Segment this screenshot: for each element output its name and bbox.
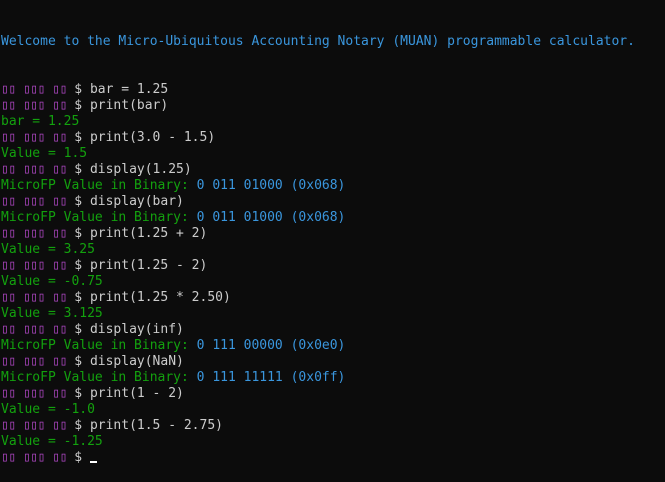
binary-value: 0 011 01000 (0x068) — [188, 178, 346, 193]
output-text: Value = 3.125 — [1, 306, 103, 321]
prompt-line: ▯▯ ▯▯▯ ▯▯ $ print(1.25 * 2.50) — [1, 290, 665, 306]
prompt-glyphs: ▯▯ ▯▯▯ ▯▯ — [1, 98, 75, 113]
prompt-dollar: $ — [74, 418, 90, 433]
output-text: Value = 1.5 — [1, 146, 88, 161]
output-line: bar = 1.25 — [1, 114, 665, 130]
command-text: display(inf) — [89, 322, 184, 337]
prompt-line: ▯▯ ▯▯▯ ▯▯ $ display(NaN) — [1, 354, 665, 370]
binary-output-line: MicroFP Value in Binary: 0 111 11111 (0x… — [1, 370, 665, 386]
prompt-glyphs: ▯▯ ▯▯▯ ▯▯ — [1, 82, 75, 97]
output-line: Value = -1.0 — [1, 402, 665, 418]
binary-output-line: MicroFP Value in Binary: 0 011 01000 (0x… — [1, 210, 665, 226]
command-text: display(bar) — [89, 194, 184, 209]
text-cursor[interactable] — [89, 461, 97, 463]
prompt-dollar: $ — [74, 386, 90, 401]
prompt-glyphs: ▯▯ ▯▯▯ ▯▯ — [1, 290, 75, 305]
prompt-glyphs: ▯▯ ▯▯▯ ▯▯ — [1, 322, 75, 337]
prompt-glyphs: ▯▯ ▯▯▯ ▯▯ — [1, 418, 75, 433]
command-text: display(NaN) — [89, 354, 184, 369]
prompt-glyphs: ▯▯ ▯▯▯ ▯▯ — [1, 162, 75, 177]
prompt-glyphs: ▯▯ ▯▯▯ ▯▯ — [1, 194, 75, 209]
prompt-dollar: $ — [74, 98, 90, 113]
prompt-line: ▯▯ ▯▯▯ ▯▯ $ print(1.5 - 2.75) — [1, 418, 665, 434]
prompt-line: ▯▯ ▯▯▯ ▯▯ $ print(3.0 - 1.5) — [1, 130, 665, 146]
prompt-glyphs: ▯▯ ▯▯▯ ▯▯ — [1, 130, 75, 145]
prompt-dollar: $ — [74, 130, 90, 145]
prompt-dollar: $ — [74, 82, 90, 97]
command-text: print(1.25 - 2) — [89, 258, 208, 273]
prompt-dollar: $ — [74, 354, 90, 369]
output-text: Value = -0.75 — [1, 274, 103, 289]
output-text: Value = -1.0 — [1, 402, 95, 417]
prompt-glyphs: ▯▯ ▯▯▯ ▯▯ — [1, 258, 75, 273]
prompt-line: ▯▯ ▯▯▯ ▯▯ $ display(inf) — [1, 322, 665, 338]
terminal-output: ▯▯ ▯▯▯ ▯▯ $ bar = 1.25 ▯▯ ▯▯▯ ▯▯ $ print(… — [1, 82, 665, 466]
output-line: Value = 3.25 — [1, 242, 665, 258]
prompt-glyphs: ▯▯ ▯▯▯ ▯▯ — [1, 226, 75, 241]
command-text: bar = 1.25 — [89, 82, 169, 97]
binary-value: 0 011 01000 (0x068) — [188, 210, 346, 225]
binary-label: MicroFP Value in Binary: — [1, 370, 189, 385]
output-line: Value = 3.125 — [1, 306, 665, 322]
prompt-dollar: $ — [74, 162, 90, 177]
binary-output-line: MicroFP Value in Binary: 0 111 00000 (0x… — [1, 338, 665, 354]
prompt-line: ▯▯ ▯▯▯ ▯▯ $ print(bar) — [1, 98, 665, 114]
prompt-line: ▯▯ ▯▯▯ ▯▯ $ bar = 1.25 — [1, 82, 665, 98]
prompt-line: ▯▯ ▯▯▯ ▯▯ $ print(1.25 - 2) — [1, 258, 665, 274]
binary-value: 0 111 00000 (0x0e0) — [188, 338, 346, 353]
binary-output-line: MicroFP Value in Binary: 0 011 01000 (0x… — [1, 178, 665, 194]
prompt-dollar: $ — [74, 290, 90, 305]
output-text: bar = 1.25 — [1, 114, 80, 129]
output-line: Value = 1.5 — [1, 146, 665, 162]
output-text: Value = 3.25 — [1, 242, 95, 257]
binary-label: MicroFP Value in Binary: — [1, 210, 189, 225]
command-text: print(3.0 - 1.5) — [89, 130, 216, 145]
prompt-glyphs: ▯▯ ▯▯▯ ▯▯ — [1, 386, 75, 401]
prompt-dollar: $ — [74, 258, 90, 273]
prompt-dollar: $ — [74, 322, 90, 337]
prompt-line: ▯▯ ▯▯▯ ▯▯ $ display(1.25) — [1, 162, 665, 178]
command-text: display(1.25) — [89, 162, 192, 177]
prompt-glyphs: ▯▯ ▯▯▯ ▯▯ — [1, 354, 75, 369]
terminal-window[interactable]: Welcome to the Micro-Ubiquitous Accounti… — [0, 0, 665, 465]
prompt-line: ▯▯ ▯▯▯ ▯▯ $ display(bar) — [1, 194, 665, 210]
output-line: Value = -0.75 — [1, 274, 665, 290]
command-text: print(1.25 * 2.50) — [89, 290, 231, 305]
binary-value: 0 111 11111 (0x0ff) — [188, 370, 346, 385]
command-text: print(1.5 - 2.75) — [89, 418, 223, 433]
prompt-line: ▯▯ ▯▯▯ ▯▯ $ print(1 - 2) — [1, 386, 665, 402]
output-line: Value = -1.25 — [1, 434, 665, 450]
binary-label: MicroFP Value in Binary: — [1, 338, 189, 353]
prompt-dollar: $ — [74, 450, 90, 465]
prompt-line: ▯▯ ▯▯▯ ▯▯ $ print(1.25 + 2) — [1, 226, 665, 242]
command-text: print(bar) — [89, 98, 169, 113]
prompt-glyphs: ▯▯ ▯▯▯ ▯▯ — [1, 450, 75, 465]
prompt-dollar: $ — [74, 226, 90, 241]
command-text: print(1.25 + 2) — [89, 226, 208, 241]
prompt-dollar: $ — [74, 194, 90, 209]
welcome-banner: Welcome to the Micro-Ubiquitous Accounti… — [1, 34, 635, 49]
binary-label: MicroFP Value in Binary: — [1, 178, 189, 193]
output-text: Value = -1.25 — [1, 434, 103, 449]
command-text: print(1 - 2) — [89, 386, 184, 401]
active-prompt-line: ▯▯ ▯▯▯ ▯▯ $ — [1, 450, 665, 466]
